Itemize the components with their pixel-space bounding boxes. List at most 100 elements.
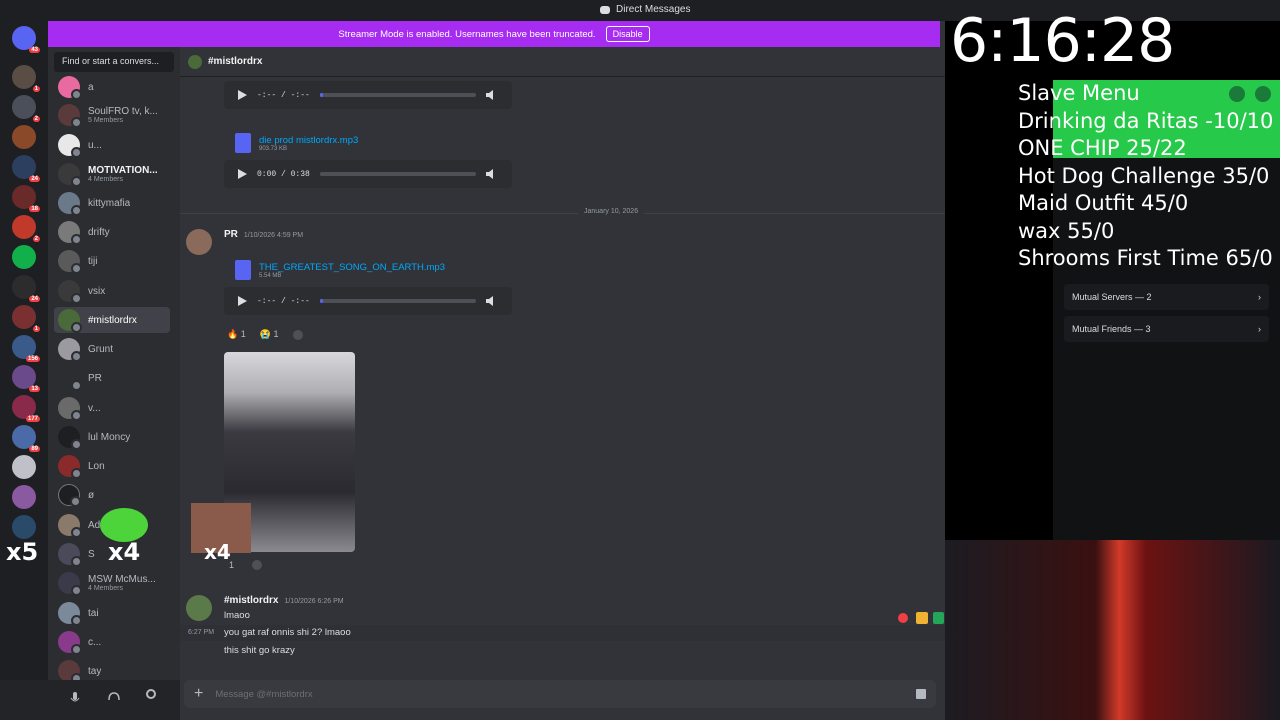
- window-title: Direct Messages: [616, 4, 691, 15]
- audio-player[interactable]: -:-- / -:--: [224, 287, 512, 315]
- server-icon[interactable]: 1: [12, 305, 40, 332]
- file-attachment[interactable]: die prod mistlordrx.mp3 903.73 KB: [235, 133, 358, 153]
- audio-progress[interactable]: [319, 172, 476, 176]
- avatar: [58, 455, 82, 479]
- reactions-row: 1: [229, 560, 263, 570]
- dm-item[interactable]: ø: [54, 482, 170, 508]
- avatar: [58, 338, 82, 362]
- dm-item-active[interactable]: #mistlordrx: [54, 307, 170, 333]
- server-icon[interactable]: 2: [12, 215, 40, 242]
- mutual-friends-row[interactable]: Mutual Friends — 3 ›: [1064, 316, 1269, 342]
- dm-item[interactable]: kittymafia: [54, 190, 170, 216]
- play-icon[interactable]: [238, 90, 247, 100]
- menu-line: Drinking da Ritas -10/10: [1018, 108, 1274, 133]
- dm-item[interactable]: Grunt: [54, 336, 170, 362]
- dm-item[interactable]: MOTIVATION... 4 Members: [54, 161, 170, 187]
- plus-icon[interactable]: +: [194, 685, 203, 703]
- server-icon[interactable]: 177: [12, 395, 40, 422]
- thumbs-up-icon[interactable]: [916, 612, 928, 624]
- audio-progress[interactable]: [319, 93, 476, 97]
- audio-player[interactable]: -:-- / -:--: [224, 81, 512, 109]
- server-icon[interactable]: 18: [12, 185, 40, 212]
- check-icon[interactable]: [933, 612, 944, 624]
- avatar[interactable]: [186, 595, 212, 621]
- dm-item[interactable]: PR: [54, 365, 170, 391]
- dm-item[interactable]: v...: [54, 395, 170, 421]
- audio-player[interactable]: 0:00 / 0:38: [224, 160, 512, 188]
- overlay-x4: x4: [108, 538, 141, 566]
- avatar: [58, 76, 82, 100]
- server-icon[interactable]: 13: [12, 365, 40, 392]
- microphone-icon[interactable]: [70, 692, 80, 706]
- gift-icon[interactable]: [916, 689, 926, 699]
- message-composer[interactable]: + Message @#mistlordrx: [184, 680, 936, 708]
- dm-item[interactable]: vsix: [54, 278, 170, 304]
- server-icon[interactable]: [12, 125, 36, 149]
- disable-button[interactable]: Disable: [605, 26, 650, 42]
- volume-icon[interactable]: [486, 169, 498, 179]
- menu-line: wax 55/0: [1018, 218, 1115, 243]
- add-reaction-icon[interactable]: [252, 560, 263, 570]
- green-frog-emote: [100, 508, 148, 542]
- discord-icon: [600, 5, 610, 14]
- avatar: [58, 221, 82, 245]
- user-panel: [0, 680, 180, 720]
- file-attachment[interactable]: THE_GREATEST_SONG_ON_EARTH.mp3 5.54 MB: [235, 260, 445, 280]
- server-icon[interactable]: [12, 485, 36, 509]
- avatar: [58, 280, 82, 304]
- file-icon: [235, 133, 251, 153]
- message-timestamp: 6:27 PM: [188, 629, 215, 636]
- server-icon[interactable]: [12, 245, 36, 269]
- dm-item[interactable]: tai: [54, 600, 170, 626]
- dm-item[interactable]: lul Moncy: [54, 424, 170, 450]
- reaction[interactable]: 🔥 1: [227, 329, 246, 340]
- volume-icon[interactable]: [486, 296, 498, 306]
- message-author[interactable]: #mistlordrx 1/10/2026 6:26 PM: [224, 595, 344, 606]
- dm-item[interactable]: u...: [54, 132, 170, 158]
- message-author[interactable]: PR 1/10/2026 4:59 PM: [224, 229, 303, 240]
- server-icon[interactable]: 2: [12, 95, 40, 122]
- reactions-row: 🔥 1 😭 1: [227, 329, 303, 340]
- avatar: [58, 397, 82, 421]
- file-size: 903.73 KB: [259, 145, 288, 152]
- file-name-link[interactable]: THE_GREATEST_SONG_ON_EARTH.mp3: [259, 262, 445, 273]
- play-icon[interactable]: [238, 169, 247, 179]
- dm-item[interactable]: Lon: [54, 453, 170, 479]
- avatar: [58, 426, 82, 450]
- audio-progress[interactable]: [319, 299, 476, 303]
- headphones-icon[interactable]: [108, 692, 120, 704]
- volume-icon[interactable]: [486, 90, 498, 100]
- add-reaction-icon[interactable]: [292, 329, 303, 340]
- avatar: [58, 134, 82, 158]
- date-divider: January 10, 2026: [180, 208, 945, 215]
- gear-icon[interactable]: [145, 688, 157, 700]
- avatar: [58, 163, 82, 187]
- avatar[interactable]: [186, 229, 212, 255]
- file-name-link[interactable]: die prod mistlordrx.mp3: [259, 135, 358, 146]
- dm-item[interactable]: tiji: [54, 248, 170, 274]
- stream-clock: 6:16:28: [950, 6, 1175, 76]
- avatar: [58, 514, 82, 538]
- home-button[interactable]: 43: [12, 26, 40, 53]
- server-icon[interactable]: 156: [12, 335, 40, 362]
- play-icon[interactable]: [238, 296, 247, 306]
- dm-search-input[interactable]: Find or start a convers...: [54, 52, 174, 72]
- server-icon[interactable]: [12, 515, 36, 539]
- server-icon[interactable]: [12, 455, 36, 479]
- mutual-servers-row[interactable]: Mutual Servers — 2 ›: [1064, 284, 1269, 310]
- server-icon[interactable]: 24: [12, 275, 40, 302]
- composer-input[interactable]: Message @#mistlordrx: [215, 689, 312, 700]
- server-icon[interactable]: 89: [12, 425, 40, 452]
- dm-item[interactable]: MSW McMus... 4 Members: [54, 570, 170, 596]
- reaction[interactable]: 😭 1: [260, 329, 279, 340]
- dm-item[interactable]: SoulFRO tv, k... 5 Members: [54, 102, 170, 128]
- dm-item[interactable]: drifty: [54, 219, 170, 245]
- server-icon[interactable]: 24: [12, 155, 40, 182]
- dm-item[interactable]: c...: [54, 629, 170, 655]
- dm-item[interactable]: a: [54, 74, 170, 100]
- chevron-right-icon: ›: [1258, 292, 1261, 302]
- server-icon[interactable]: 1: [12, 65, 40, 92]
- menu-line: Slave Menu: [1018, 81, 1140, 105]
- chat-header: #mistlordrx: [180, 47, 945, 77]
- heart-icon[interactable]: [898, 613, 908, 623]
